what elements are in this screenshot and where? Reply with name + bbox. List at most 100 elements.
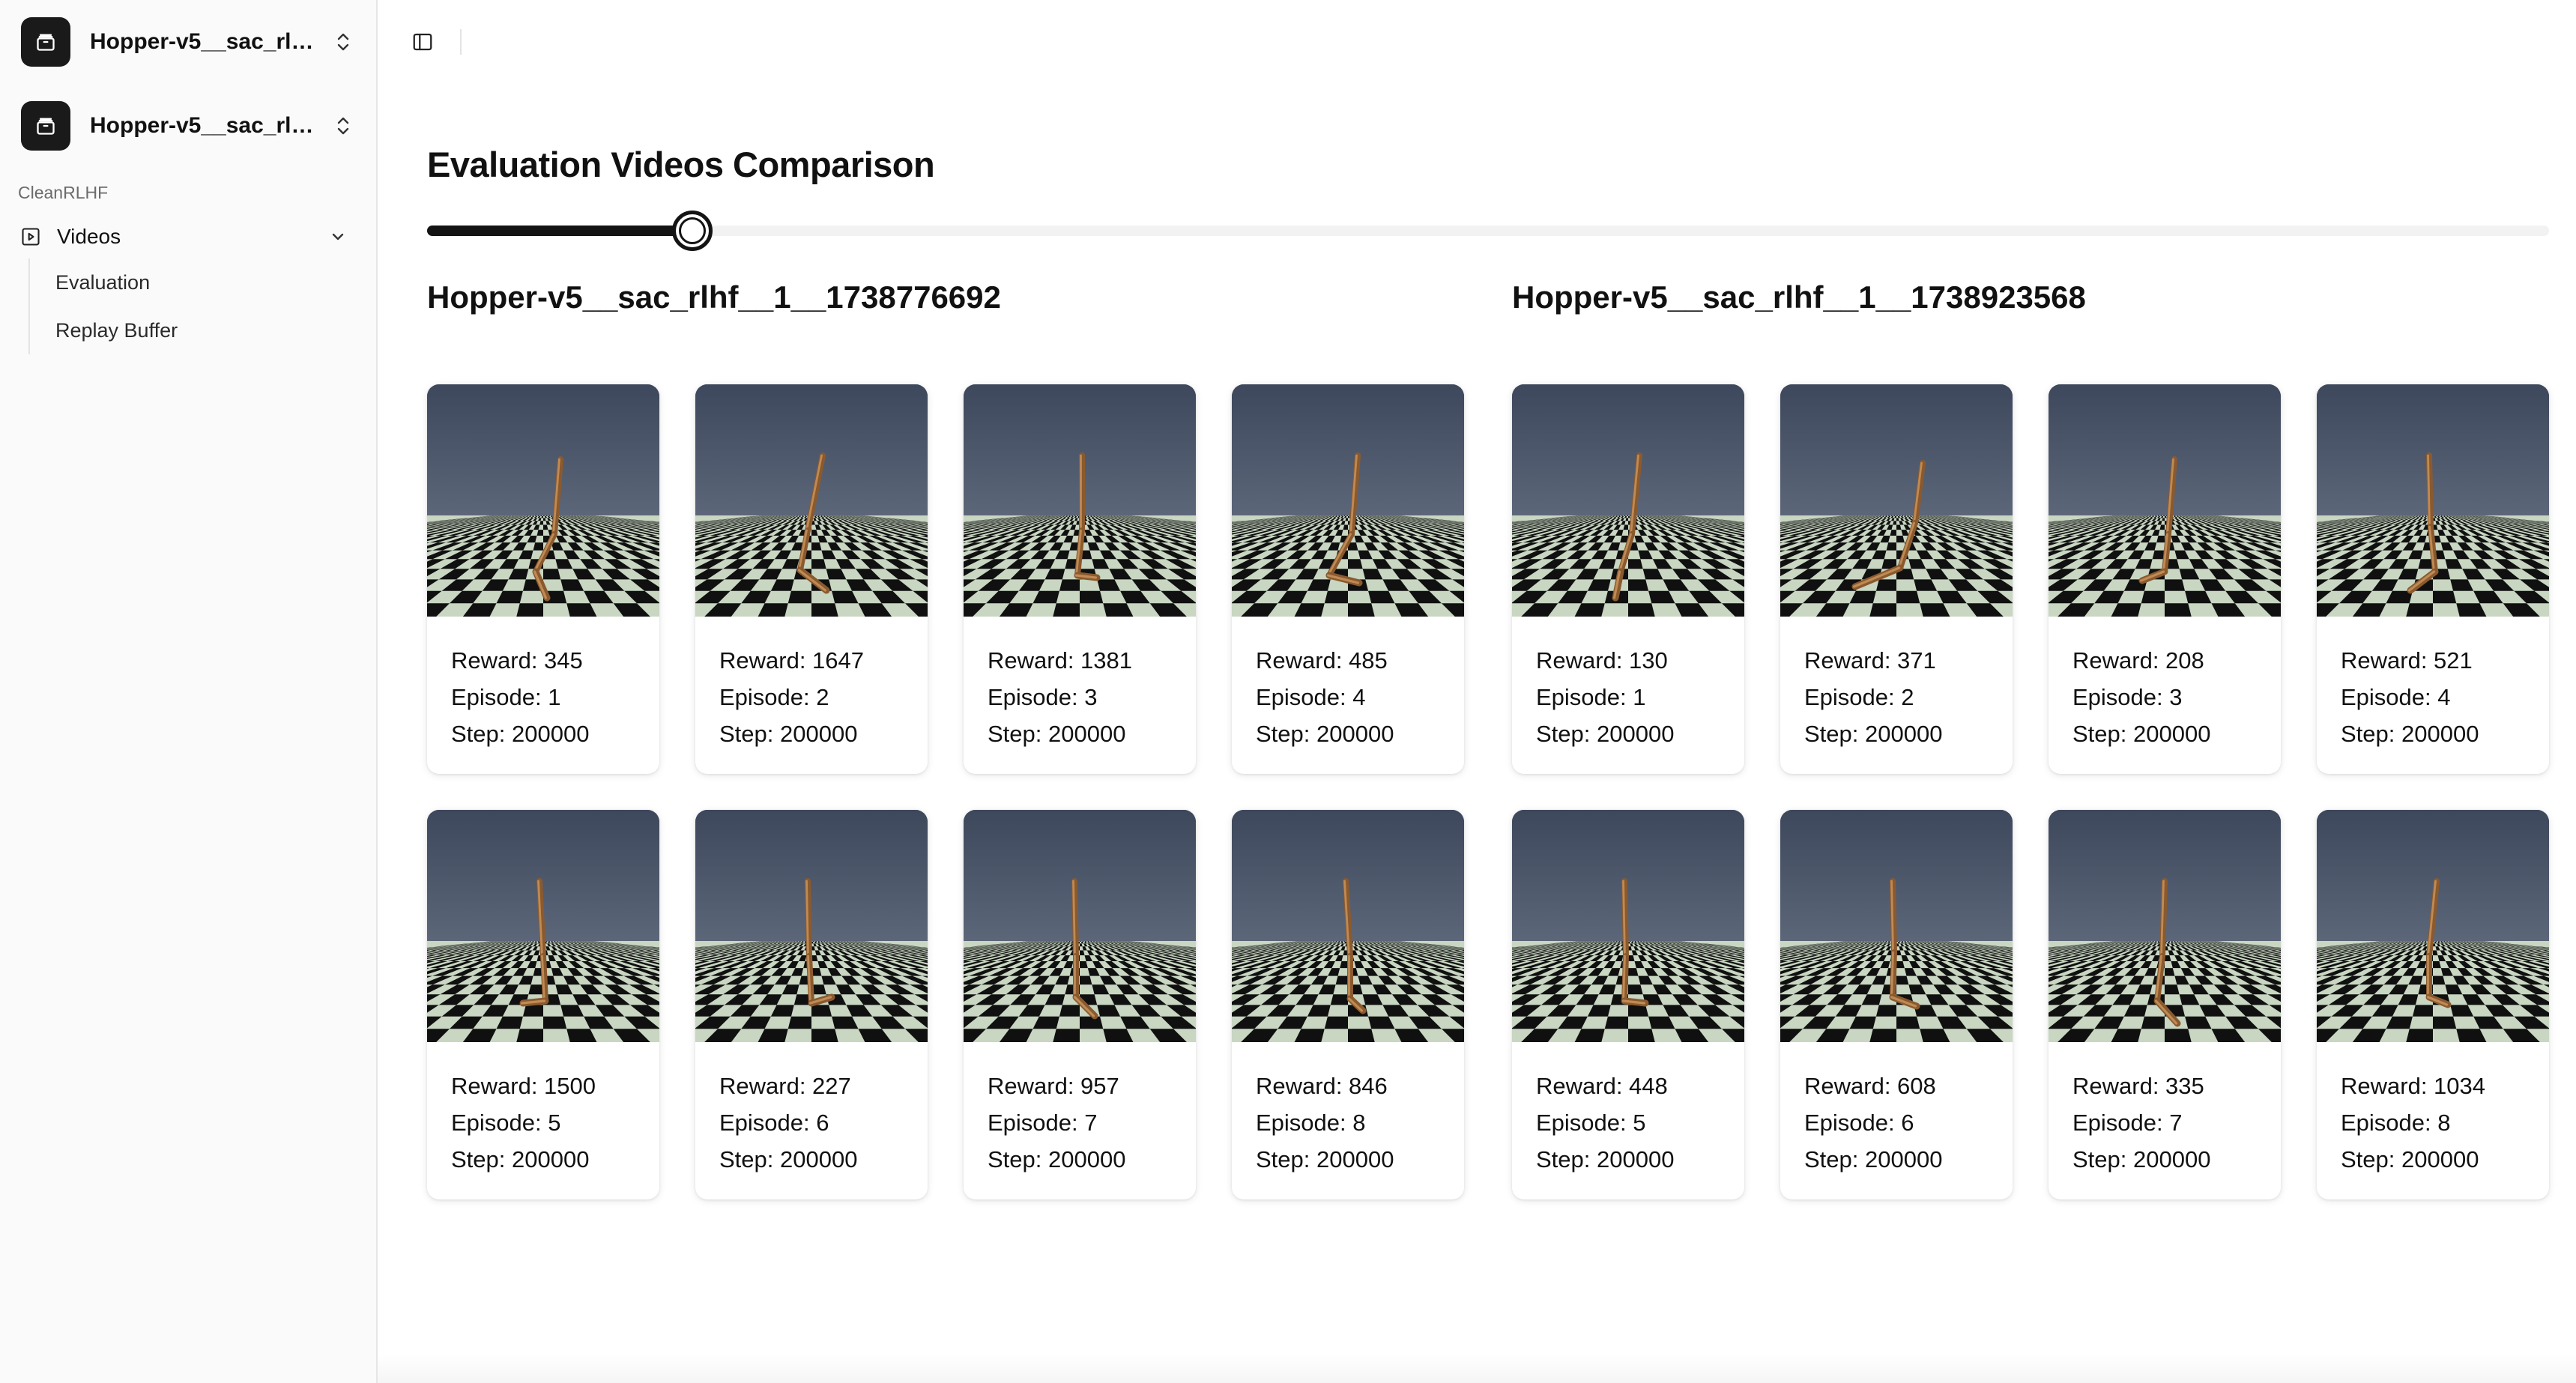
episode-label: Episode: 7 bbox=[2072, 1110, 2183, 1136]
video-thumbnail[interactable] bbox=[2049, 384, 2281, 617]
video-info: Reward: 846 Episode: 8 Step: 200000 bbox=[1232, 1042, 1464, 1178]
video-info: Reward: 371 Episode: 2 Step: 200000 bbox=[1780, 617, 2013, 752]
video-thumbnail[interactable] bbox=[2049, 810, 2281, 1042]
video-thumbnail[interactable] bbox=[1232, 384, 1464, 617]
reward-label: Reward: 335 bbox=[2072, 1073, 2204, 1099]
video-thumbnail[interactable] bbox=[964, 384, 1196, 617]
run-title: Hopper-v5__sac_rlhf__1__1738776692 bbox=[427, 279, 1001, 315]
video-thumbnail[interactable] bbox=[1512, 384, 1744, 617]
video-slider[interactable] bbox=[427, 208, 2549, 252]
video-card[interactable]: Reward: 130 Episode: 1 Step: 200000 bbox=[1512, 384, 1744, 774]
episode-label: Episode: 2 bbox=[719, 684, 829, 710]
comparison-panel: Evaluation Videos Comparison Hopper-v5__… bbox=[378, 84, 2551, 1199]
video-grid: Reward: 130 Episode: 1 Step: 200000 Rewa… bbox=[1512, 384, 2549, 1199]
video-card[interactable]: Reward: 957 Episode: 7 Step: 200000 bbox=[964, 810, 1196, 1199]
step-label: Step: 200000 bbox=[1804, 721, 1943, 747]
reward-label: Reward: 485 bbox=[1256, 647, 1388, 674]
video-thumbnail[interactable] bbox=[1780, 810, 2013, 1042]
step-label: Step: 200000 bbox=[451, 1146, 590, 1172]
video-info: Reward: 1034 Episode: 8 Step: 200000 bbox=[2317, 1042, 2549, 1178]
step-label: Step: 200000 bbox=[988, 1146, 1126, 1172]
page-title: Evaluation Videos Comparison bbox=[427, 145, 935, 184]
step-label: Step: 200000 bbox=[2341, 721, 2479, 747]
sidebar-toggle-icon bbox=[413, 33, 432, 51]
video-thumbnail[interactable] bbox=[964, 810, 1196, 1042]
topbar-divider bbox=[460, 29, 462, 55]
video-thumbnail[interactable] bbox=[427, 810, 659, 1042]
archive-icon bbox=[21, 101, 70, 151]
run-sections: Hopper-v5__sac_rlhf__1__1738776692 Rewar… bbox=[427, 279, 2551, 1199]
video-card[interactable]: Reward: 345 Episode: 1 Step: 200000 bbox=[427, 384, 659, 774]
step-label: Step: 200000 bbox=[2072, 721, 2211, 747]
video-card[interactable]: Reward: 335 Episode: 7 Step: 200000 bbox=[2049, 810, 2281, 1199]
video-info: Reward: 608 Episode: 6 Step: 200000 bbox=[1780, 1042, 2013, 1178]
video-thumbnail[interactable] bbox=[1232, 810, 1464, 1042]
reward-label: Reward: 371 bbox=[1804, 647, 1936, 674]
reward-label: Reward: 1500 bbox=[451, 1073, 596, 1099]
video-info: Reward: 335 Episode: 7 Step: 200000 bbox=[2049, 1042, 2281, 1178]
episode-label: Episode: 3 bbox=[988, 684, 1098, 710]
reward-label: Reward: 227 bbox=[719, 1073, 851, 1099]
reward-label: Reward: 345 bbox=[451, 647, 583, 674]
episode-label: Episode: 5 bbox=[1536, 1110, 1646, 1136]
step-label: Step: 200000 bbox=[2072, 1146, 2211, 1172]
step-label: Step: 200000 bbox=[1536, 721, 1675, 747]
video-thumbnail[interactable] bbox=[2317, 384, 2549, 617]
step-label: Step: 200000 bbox=[2341, 1146, 2479, 1172]
video-info: Reward: 521 Episode: 4 Step: 200000 bbox=[2317, 617, 2549, 752]
video-thumbnail[interactable] bbox=[2317, 810, 2549, 1042]
video-info: Reward: 1500 Episode: 5 Step: 200000 bbox=[427, 1042, 659, 1178]
app: Hopper-v5__sac_rlhf... Hopper-v5__sac_rl… bbox=[0, 0, 2576, 1383]
sidebar-item-videos[interactable]: Videos bbox=[16, 215, 360, 258]
sidebar-item-label: Videos bbox=[57, 225, 121, 248]
video-info: Reward: 485 Episode: 4 Step: 200000 bbox=[1232, 617, 1464, 752]
episode-label: Episode: 3 bbox=[2072, 684, 2183, 710]
episode-label: Episode: 1 bbox=[1536, 684, 1646, 710]
reward-label: Reward: 957 bbox=[988, 1073, 1119, 1099]
video-info: Reward: 1647 Episode: 2 Step: 200000 bbox=[695, 617, 928, 752]
video-thumbnail[interactable] bbox=[695, 384, 928, 617]
sidebar-item-replay-buffer[interactable]: Replay Buffer bbox=[55, 306, 360, 354]
episode-label: Episode: 6 bbox=[719, 1110, 829, 1136]
sidebar-toggle-button[interactable] bbox=[402, 21, 444, 63]
video-info: Reward: 345 Episode: 1 Step: 200000 bbox=[427, 617, 659, 752]
reward-label: Reward: 608 bbox=[1804, 1073, 1936, 1099]
reward-label: Reward: 1381 bbox=[988, 647, 1133, 674]
video-card[interactable]: Reward: 846 Episode: 8 Step: 200000 bbox=[1232, 810, 1464, 1199]
video-card[interactable]: Reward: 1647 Episode: 2 Step: 200000 bbox=[695, 384, 928, 774]
step-label: Step: 200000 bbox=[719, 721, 858, 747]
video-thumbnail[interactable] bbox=[1780, 384, 2013, 617]
video-thumbnail[interactable] bbox=[1512, 810, 1744, 1042]
video-info: Reward: 1381 Episode: 3 Step: 200000 bbox=[964, 617, 1196, 752]
bottom-fade bbox=[378, 1353, 2576, 1383]
chevrons-up-down-icon bbox=[331, 111, 355, 141]
sidebar-group-label: CleanRLHF bbox=[18, 183, 109, 202]
video-thumbnail[interactable] bbox=[695, 810, 928, 1042]
video-card[interactable]: Reward: 521 Episode: 4 Step: 200000 bbox=[2317, 384, 2549, 774]
episode-label: Episode: 8 bbox=[1256, 1110, 1366, 1136]
episode-label: Episode: 4 bbox=[1256, 684, 1366, 710]
video-card[interactable]: Reward: 608 Episode: 6 Step: 200000 bbox=[1780, 810, 2013, 1199]
step-label: Step: 200000 bbox=[1536, 1146, 1675, 1172]
main-content: Evaluation Videos Comparison Hopper-v5__… bbox=[378, 0, 2576, 1383]
video-card[interactable]: Reward: 1500 Episode: 5 Step: 200000 bbox=[427, 810, 659, 1199]
video-card[interactable]: Reward: 208 Episode: 3 Step: 200000 bbox=[2049, 384, 2281, 774]
video-card[interactable]: Reward: 227 Episode: 6 Step: 200000 bbox=[695, 810, 928, 1199]
video-card[interactable]: Reward: 1381 Episode: 3 Step: 200000 bbox=[964, 384, 1196, 774]
run-section: Hopper-v5__sac_rlhf__1__1738923568 Rewar… bbox=[1512, 279, 2549, 1199]
run-switcher-1[interactable]: Hopper-v5__sac_rlhf... bbox=[16, 15, 360, 69]
video-info: Reward: 208 Episode: 3 Step: 200000 bbox=[2049, 617, 2281, 752]
video-card[interactable]: Reward: 371 Episode: 2 Step: 200000 bbox=[1780, 384, 2013, 774]
run-switcher-2[interactable]: Hopper-v5__sac_rlhf... bbox=[16, 99, 360, 153]
step-label: Step: 200000 bbox=[988, 721, 1126, 747]
run-title: Hopper-v5__sac_rlhf__1__1738923568 bbox=[1512, 279, 2086, 315]
video-thumbnail[interactable] bbox=[427, 384, 659, 617]
reward-label: Reward: 1034 bbox=[2341, 1073, 2486, 1099]
slider-thumb[interactable] bbox=[672, 211, 713, 251]
video-card[interactable]: Reward: 448 Episode: 5 Step: 200000 bbox=[1512, 810, 1744, 1199]
video-card[interactable]: Reward: 1034 Episode: 8 Step: 200000 bbox=[2317, 810, 2549, 1199]
sidebar-item-evaluation[interactable]: Evaluation bbox=[55, 258, 360, 306]
reward-label: Reward: 130 bbox=[1536, 647, 1668, 674]
video-card[interactable]: Reward: 485 Episode: 4 Step: 200000 bbox=[1232, 384, 1464, 774]
video-info: Reward: 957 Episode: 7 Step: 200000 bbox=[964, 1042, 1196, 1178]
